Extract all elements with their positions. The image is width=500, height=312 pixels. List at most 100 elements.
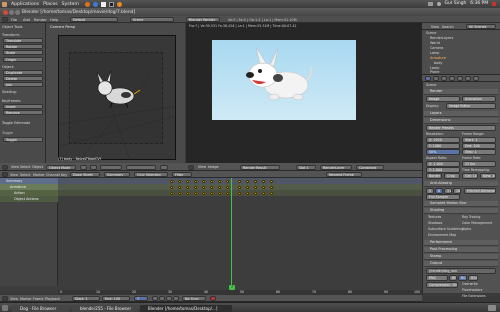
- full-sample-toggle[interactable]: Full Sample: [426, 194, 460, 200]
- pivot-icon[interactable]: [90, 164, 97, 170]
- menu-system[interactable]: System: [62, 2, 79, 7]
- menu-file[interactable]: File: [11, 18, 17, 22]
- ds-menu-key[interactable]: Key: [61, 173, 67, 177]
- play-icon[interactable]: [166, 296, 172, 301]
- task-blender[interactable]: Blender [/home/tomas/Desktop/...]: [140, 304, 232, 312]
- ds-snap-select[interactable]: Nearest Frame: [326, 172, 362, 177]
- render-engine-select[interactable]: Blender Render: [186, 17, 220, 22]
- material-tab-icon[interactable]: [473, 76, 479, 81]
- placeholders-checkbox[interactable]: Placeholders: [462, 288, 482, 292]
- editor-type-dopesheet-icon[interactable]: [2, 172, 8, 177]
- outliner-row[interactable]: Armature: [430, 56, 446, 60]
- tl-end-field[interactable]: End: 100: [102, 296, 130, 301]
- last-operator-field[interactable]: Toggle: [3, 137, 43, 143]
- snap-icon[interactable]: [160, 164, 168, 170]
- volume-icon[interactable]: [436, 1, 441, 6]
- maximize-window-icon[interactable]: [15, 9, 20, 15]
- workspace-switcher-icon[interactable]: [488, 305, 496, 311]
- time-old-field[interactable]: Old: 100: [462, 173, 478, 179]
- tl-menu-playback[interactable]: Playback: [45, 297, 60, 301]
- editor-type-icon[interactable]: [2, 17, 8, 22]
- insert-keyframe-button[interactable]: Insert: [3, 104, 43, 110]
- playhead[interactable]: [231, 178, 233, 286]
- scene-select[interactable]: Scene: [130, 17, 174, 22]
- tl-menu-frame[interactable]: Frame: [33, 297, 44, 301]
- aspect-y-field[interactable]: Y: 1.000: [426, 167, 460, 173]
- frame-start-field[interactable]: Start: 1: [462, 137, 496, 143]
- object-tab-icon[interactable]: [449, 76, 455, 81]
- color-rgba[interactable]: RGBA: [468, 275, 478, 281]
- alpha-select[interactable]: Alpha: [462, 227, 471, 231]
- scale-button[interactable]: Scale: [3, 50, 43, 56]
- aa-samples-16[interactable]: 16: [453, 188, 461, 194]
- ds-menu-marker[interactable]: Marker: [33, 173, 45, 177]
- layers-section-header[interactable]: Layers: [424, 111, 498, 117]
- translate-button[interactable]: Translate: [3, 38, 43, 44]
- jump-start-icon[interactable]: [152, 296, 158, 301]
- outliner-display-select[interactable]: All Scenes: [466, 24, 496, 29]
- scene-tab-icon[interactable]: [433, 76, 439, 81]
- jump-end-icon[interactable]: [173, 296, 179, 301]
- origin-button[interactable]: Origin: [3, 57, 43, 63]
- menu-places[interactable]: Places: [43, 2, 58, 7]
- firefox-icon[interactable]: [84, 1, 90, 7]
- crop-toggle[interactable]: Crop: [444, 173, 460, 179]
- ds-menu-select[interactable]: Select: [20, 173, 30, 177]
- outliner-row[interactable]: World: [430, 41, 440, 45]
- outliner-menu-search[interactable]: Search: [442, 25, 454, 29]
- menu-select[interactable]: Select: [20, 165, 30, 169]
- join-button[interactable]: Join: [3, 82, 43, 88]
- tl-current-frame-field[interactable]: 7: [134, 296, 148, 301]
- network-icon[interactable]: [427, 1, 433, 6]
- color-bw[interactable]: BW: [449, 275, 457, 281]
- outliner-menu-view[interactable]: View: [431, 25, 439, 29]
- play-reverse-icon[interactable]: [159, 296, 165, 301]
- task-file-browser-2[interactable]: blender255 - File Browser: [72, 304, 138, 312]
- file-format-select[interactable]: PNG: [426, 275, 448, 281]
- auto-key-record-icon[interactable]: [210, 296, 216, 301]
- antialiasing-section-header[interactable]: Anti-Aliasing: [424, 181, 498, 187]
- time-new-field[interactable]: New: 100: [480, 173, 496, 179]
- color-management-checkbox[interactable]: Color Management: [462, 221, 492, 225]
- tl-menu-view[interactable]: View: [10, 297, 18, 301]
- shading-section-header[interactable]: Shading: [424, 208, 498, 214]
- delete-button[interactable]: Delete: [3, 76, 43, 82]
- raytracing-checkbox[interactable]: Ray Tracing: [462, 215, 480, 219]
- aa-filter-select[interactable]: Mitchell-Netravali: [464, 188, 496, 194]
- textures-checkbox[interactable]: Textures: [428, 215, 441, 219]
- render-slot-select[interactable]: Slot 1: [296, 164, 316, 170]
- menu-view[interactable]: View: [11, 165, 19, 169]
- editor-type-image-icon[interactable]: [188, 164, 194, 170]
- shading-mode-icon[interactable]: [80, 164, 87, 170]
- frame-end-field[interactable]: End: 100: [462, 143, 496, 149]
- border-toggle[interactable]: Border: [426, 173, 442, 179]
- aspect-x-field[interactable]: X: 1.000: [426, 161, 460, 167]
- channel-row[interactable]: Object Actions: [0, 196, 58, 202]
- aa-samples-5[interactable]: 5: [426, 188, 434, 194]
- render-layer-select[interactable]: RenderLayer: [320, 164, 352, 170]
- render-tab-icon[interactable]: [425, 76, 431, 81]
- menu-help[interactable]: Help: [50, 18, 58, 22]
- envmap-checkbox[interactable]: Environment Map: [428, 233, 456, 237]
- render-presets-select[interactable]: Render Presets: [426, 125, 496, 131]
- post-processing-section-header[interactable]: Post Processing: [424, 247, 498, 253]
- stamp-section-header[interactable]: Stamp: [424, 254, 498, 260]
- menu-object[interactable]: Object: [32, 165, 43, 169]
- output-section-header[interactable]: Output: [424, 261, 498, 267]
- image-browse-select[interactable]: Render Result: [240, 164, 280, 170]
- compression-field[interactable]: Compression: 90%: [426, 282, 458, 288]
- terminal-icon[interactable]: [108, 1, 114, 7]
- performance-section-header[interactable]: Performance: [424, 240, 498, 246]
- interaction-mode-select[interactable]: Object Mode: [46, 164, 76, 170]
- display-select[interactable]: Image Editor: [446, 103, 496, 109]
- menu-add[interactable]: Add: [23, 18, 30, 22]
- file-extensions-checkbox[interactable]: File Extensions: [462, 294, 486, 298]
- render-image-button[interactable]: Image: [426, 96, 460, 102]
- task-file-browser[interactable]: Dog - File Browser: [12, 304, 70, 312]
- thunderbird-icon[interactable]: [92, 1, 98, 7]
- world-tab-icon[interactable]: [441, 76, 447, 81]
- tl-menu-marker[interactable]: Marker: [20, 297, 32, 301]
- clock[interactable]: 6:36 PM: [470, 1, 488, 6]
- editor-type-3d-icon[interactable]: [2, 164, 8, 170]
- outliner-row[interactable]: Plane: [430, 70, 439, 74]
